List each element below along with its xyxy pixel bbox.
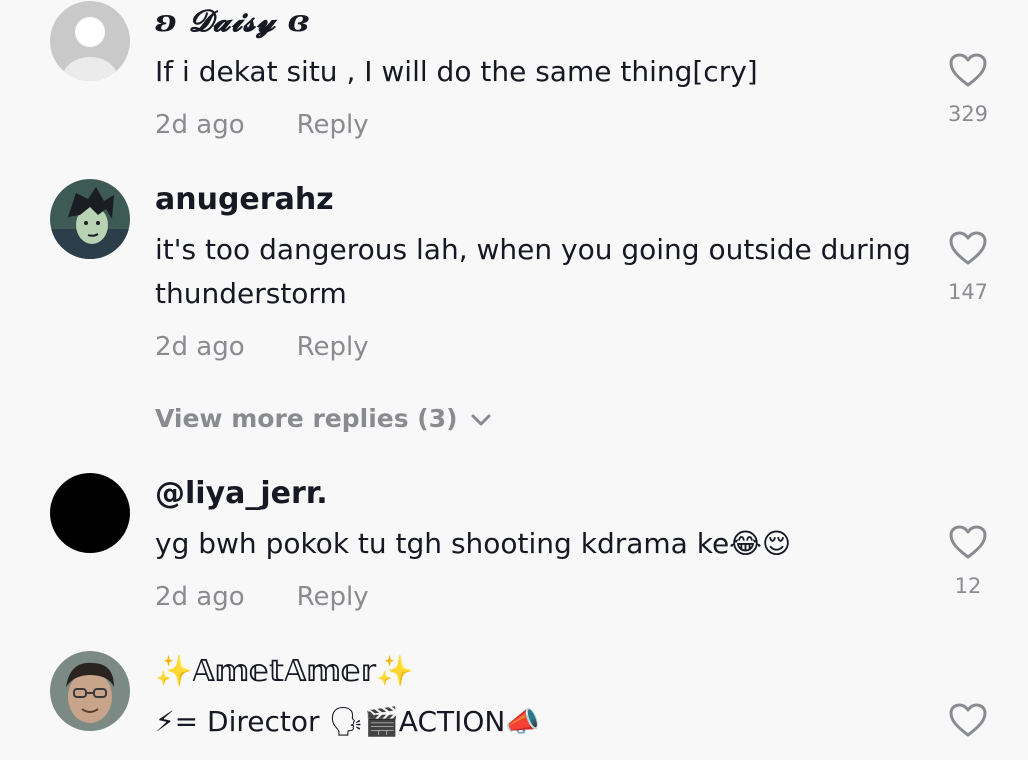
like-count: 147 — [947, 280, 989, 304]
comment-username[interactable]: ʚ 𝓓𝓪𝓲𝓼𝔂 ɞ — [155, 4, 310, 39]
heart-outline-icon[interactable] — [948, 230, 988, 266]
comment-time: 2d ago — [155, 582, 245, 612]
chevron-down-icon — [471, 414, 491, 426]
comment-text: ⚡= Director 🗣🎬ACTION📣 — [155, 705, 541, 738]
comment-username[interactable]: @liya_jerr. — [155, 476, 328, 511]
comment-text: it's too dangerous lah, when you going o… — [155, 233, 911, 310]
like-count: 12 — [954, 574, 982, 598]
avatar[interactable] — [50, 651, 130, 731]
comment-text: yg bwh pokok tu tgh shooting kdrama ke😂😌 — [155, 527, 792, 560]
heart-outline-icon[interactable] — [948, 702, 988, 738]
comment-time: 2d ago — [155, 332, 245, 362]
reply-button[interactable]: Reply — [297, 332, 369, 362]
reply-button[interactable]: Reply — [297, 110, 369, 140]
comment-meta: 2d ago Reply — [155, 332, 369, 362]
comment-username[interactable]: anugerahz — [155, 182, 334, 217]
comment-meta: 2d ago Reply — [155, 110, 369, 140]
comment-text: If i dekat situ , I will do the same thi… — [155, 55, 758, 88]
comment-meta: 2d ago Reply — [155, 582, 369, 612]
comment-time: 2d ago — [155, 110, 245, 140]
heart-outline-icon[interactable] — [948, 524, 988, 560]
view-more-label: View more replies (3) — [155, 404, 458, 433]
comment-username[interactable]: ✨𝔸𝕞𝕖𝕥𝔸𝕞𝕖𝕣✨ — [155, 654, 414, 689]
avatar[interactable] — [50, 179, 130, 259]
user-avatar-image — [50, 179, 130, 259]
reply-button[interactable]: Reply — [297, 582, 369, 612]
like-count: 329 — [947, 102, 989, 126]
avatar[interactable] — [50, 1, 130, 81]
heart-outline-icon[interactable] — [948, 52, 988, 88]
user-avatar-image — [50, 651, 130, 731]
default-avatar-icon — [50, 1, 130, 81]
avatar[interactable] — [50, 473, 130, 553]
user-avatar-image — [50, 473, 130, 553]
view-more-replies-button[interactable]: View more replies (3) — [155, 404, 492, 433]
